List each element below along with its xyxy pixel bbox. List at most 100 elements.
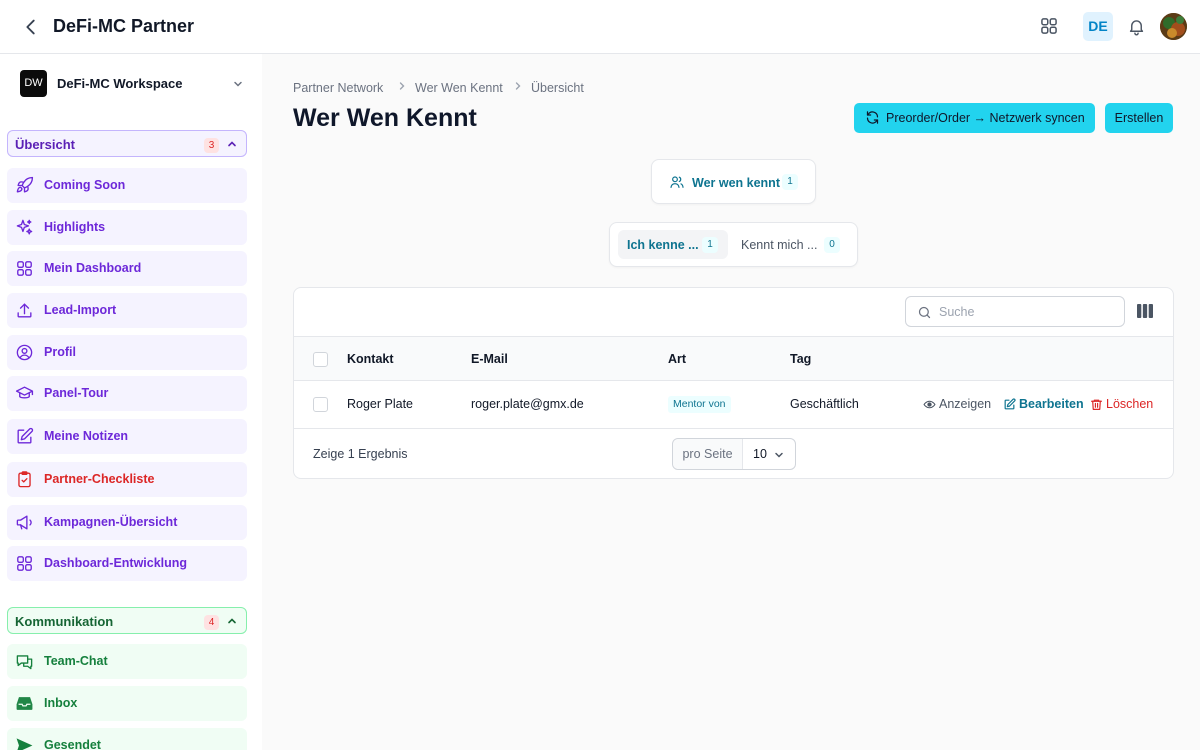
sidebar-item-panel-tour[interactable]: Panel-Tour [7,376,247,411]
eye-icon [923,398,936,411]
sidebar-item-label: Partner-Checkliste [44,472,155,486]
section-count-badge: 3 [204,138,219,153]
workspace-name: DeFi-MC Workspace [57,76,183,91]
tab-wer-wen-kennt[interactable]: Wer wen kennt 1 [651,159,816,204]
column-header-kontakt[interactable]: Kontakt [347,352,394,366]
back-arrow-icon[interactable] [20,16,42,38]
grid-icon [15,554,34,573]
section-label: Übersicht [15,137,75,152]
bell-icon[interactable] [1127,17,1146,36]
clipboard-check-icon [15,470,34,489]
chevron-right-icon [513,81,523,91]
column-header-art[interactable]: Art [668,352,686,366]
avatar[interactable] [1160,13,1187,40]
breadcrumb-item-uebersicht: Übersicht [531,81,584,95]
sidebar-item-kampagnen-uebersicht[interactable]: Kampagnen-Übersicht [7,505,247,540]
table-row: Roger Plate roger.plate@gmx.de Mentor vo… [294,381,1173,429]
user-circle-icon [15,343,34,362]
sidebar-item-label: Highlights [44,220,106,234]
edit-icon [15,427,34,446]
row-checkbox[interactable] [313,397,328,412]
edit-label: Bearbeiten [1019,397,1084,411]
segment-label: Ich kenne ... [627,238,699,252]
apps-grid-icon[interactable] [1039,16,1059,36]
sidebar-item-label: Lead-Import [44,303,117,317]
tab-label: Wer wen kennt [692,176,780,190]
segment-label: Kennt mich ... [741,238,818,252]
sidebar-item-dashboard-entwicklung[interactable]: Dashboard-Entwicklung [7,546,247,581]
page-title: Wer Wen Kennt [293,104,477,132]
chevron-up-icon [226,138,238,150]
select-all-checkbox[interactable] [313,352,328,367]
chat-icon [15,652,34,671]
column-header-tag[interactable]: Tag [790,352,811,366]
workspace-switcher[interactable]: DW DeFi-MC Workspace [20,70,250,98]
breadcrumb-item-wer-wen-kennt[interactable]: Wer Wen Kennt [415,81,503,95]
table-header: Kontakt E-Mail Art Tag [294,336,1173,381]
columns-icon[interactable] [1137,304,1153,318]
cell-tag: Geschäftlich [790,397,859,411]
sidebar-item-inbox[interactable]: Inbox [7,686,247,721]
segment-kennt-mich[interactable]: Kennt mich ... 0 [732,230,850,259]
rocket-icon [15,176,34,195]
breadcrumb-item-partner-network[interactable]: Partner Network [293,81,383,95]
section-uebersicht[interactable]: Übersicht 3 [7,130,247,157]
grid-icon [15,259,34,278]
per-page-label: pro Seite [673,439,743,469]
direction-segmented-control: Ich kenne ... 1 Kennt mich ... 0 [609,222,858,267]
sidebar-item-label: Gesendet [44,738,101,750]
section-label: Kommunikation [15,614,114,629]
sidebar-item-label: Kampagnen-Übersicht [44,515,178,529]
section-kommunikation[interactable]: Kommunikation 4 [7,607,247,634]
sidebar-item-label: Dashboard-Entwicklung [44,556,188,570]
sidebar: DW DeFi-MC Workspace Übersicht 3 Coming … [0,54,262,750]
column-header-email[interactable]: E-Mail [471,352,508,366]
sidebar-item-label: Inbox [44,696,78,710]
edit-icon [1003,398,1016,411]
sidebar-item-label: Meine Notizen [44,429,129,443]
cell-contact: Roger Plate [347,397,414,411]
sidebar-item-lead-import[interactable]: Lead-Import [7,293,247,328]
top-bar: DeFi-MC Partner DE [0,0,1200,54]
segment-count-badge: 1 [702,237,718,253]
refresh-icon [865,110,880,125]
type-badge: Mentor von [668,396,731,413]
view-label: Anzeigen [939,397,992,411]
sidebar-item-mein-dashboard[interactable]: Mein Dashboard [7,251,247,286]
sidebar-item-meine-notizen[interactable]: Meine Notizen [7,419,247,454]
result-count: Zeige 1 Ergebnis [313,447,408,461]
chevron-right-icon [397,81,407,91]
per-page-value: 10 [753,447,767,461]
language-switch[interactable]: DE [1083,12,1113,41]
per-page-select[interactable]: pro Seite 10 [672,438,796,470]
segment-ich-kenne[interactable]: Ich kenne ... 1 [618,230,728,259]
sidebar-item-label: Team-Chat [44,654,108,668]
contacts-table-card: Kontakt E-Mail Art Tag Roger Plate roger… [293,287,1174,479]
search-input[interactable] [939,303,1119,321]
delete-label: Löschen [1106,397,1154,411]
users-icon [669,174,685,190]
sidebar-item-label: Profil [44,345,76,359]
sidebar-item-highlights[interactable]: Highlights [7,210,247,245]
sync-network-button[interactable]: Preorder/Order → Netzwerk syncen [854,103,1095,133]
sync-button-label: Preorder/Order → Netzwerk syncen [886,111,1085,125]
trash-icon [1090,398,1103,411]
cell-email: roger.plate@gmx.de [471,397,584,411]
sidebar-item-profil[interactable]: Profil [7,335,247,370]
search-box [905,296,1125,327]
send-icon [15,736,34,750]
section-count-badge: 4 [204,615,219,630]
megaphone-icon [15,513,34,532]
sidebar-item-coming-soon[interactable]: Coming Soon [7,168,247,203]
app-title: DeFi-MC Partner [53,16,195,36]
sidebar-item-team-chat[interactable]: Team-Chat [7,644,247,679]
inbox-icon [15,694,34,713]
search-icon [917,305,932,320]
sidebar-item-label: Coming Soon [44,178,126,192]
upload-icon [15,301,34,320]
graduation-cap-icon [15,384,34,403]
sidebar-item-gesendet[interactable]: Gesendet [7,728,247,750]
create-button[interactable]: Erstellen [1105,103,1173,133]
sidebar-item-label: Panel-Tour [44,386,109,400]
sidebar-item-partner-checkliste[interactable]: Partner-Checkliste [7,462,247,497]
